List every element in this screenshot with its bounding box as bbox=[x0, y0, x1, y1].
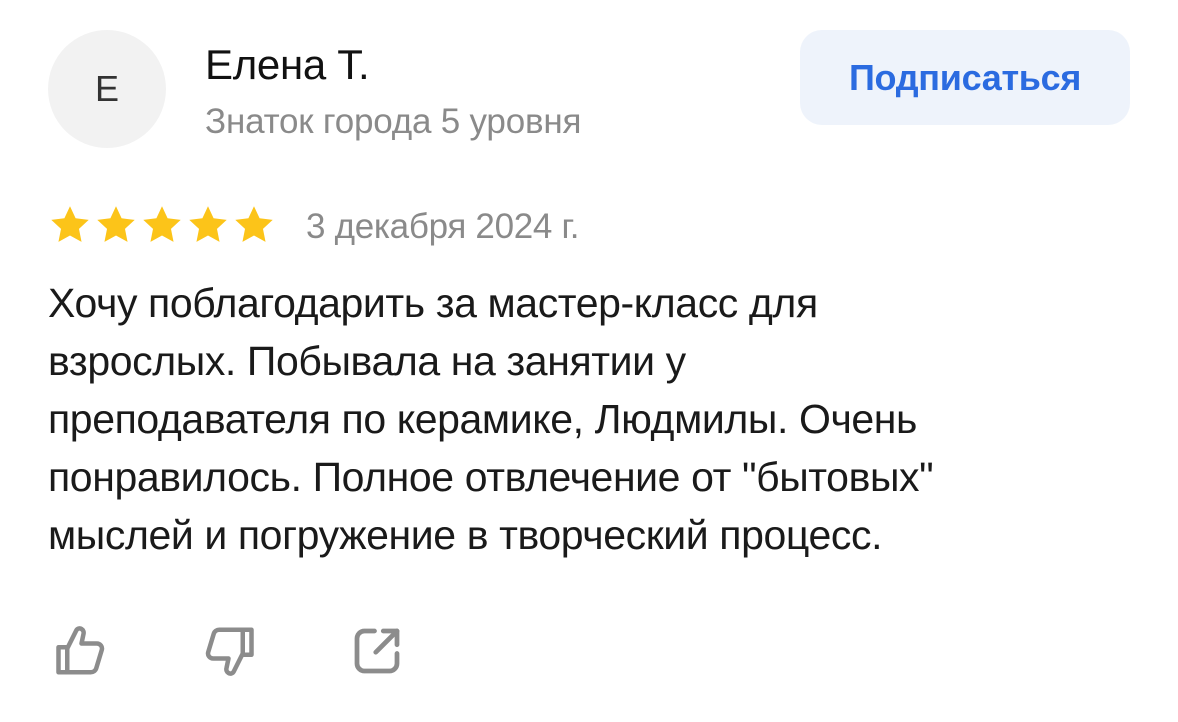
avatar-letter: Е bbox=[94, 68, 119, 109]
thumbs-up-icon bbox=[56, 626, 105, 675]
review-date: 3 декабря 2024 г. bbox=[306, 207, 580, 246]
share-button[interactable] bbox=[346, 620, 408, 682]
star-icon bbox=[189, 206, 227, 242]
like-button[interactable] bbox=[50, 620, 112, 682]
review-card: Е Елена Т. Знаток города 5 уровня Подпис… bbox=[0, 0, 1178, 722]
star-icon bbox=[97, 206, 135, 242]
share-icon bbox=[354, 628, 400, 674]
star-icon bbox=[51, 206, 89, 242]
star-icon bbox=[143, 206, 181, 242]
author-level: Знаток города 5 уровня bbox=[205, 102, 582, 141]
thumbs-down-icon bbox=[205, 627, 254, 676]
author-name[interactable]: Елена Т. bbox=[205, 40, 370, 90]
star-icon bbox=[235, 206, 273, 242]
star-rating bbox=[48, 203, 276, 247]
dislike-button[interactable] bbox=[198, 620, 260, 682]
subscribe-button[interactable]: Подписаться bbox=[800, 30, 1130, 125]
review-text: Хочу поблагодарить за мастер-класс для в… bbox=[48, 280, 934, 558]
review-actions bbox=[50, 620, 408, 682]
avatar[interactable]: Е bbox=[48, 30, 166, 148]
